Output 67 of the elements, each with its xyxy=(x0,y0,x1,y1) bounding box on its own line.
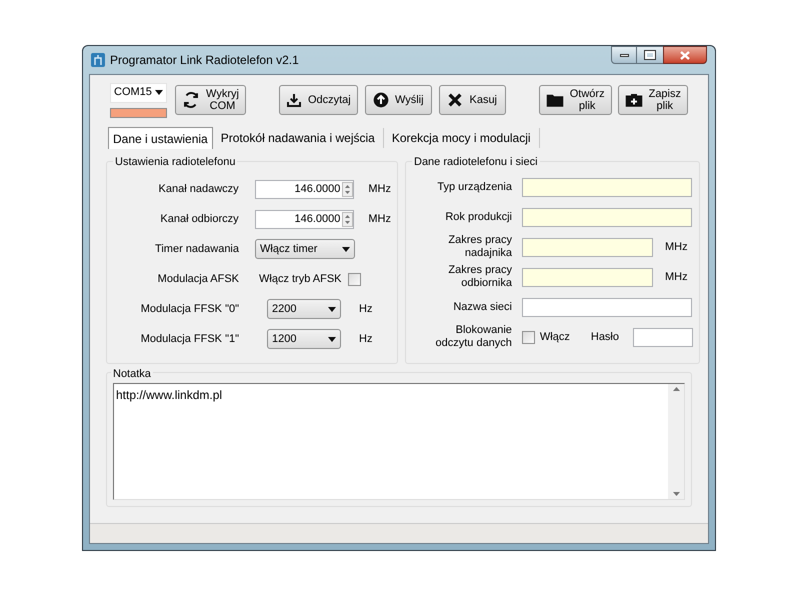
text-field[interactable] xyxy=(522,208,692,226)
text-field[interactable] xyxy=(522,178,692,196)
toolbar-button[interactable]: Wyślij xyxy=(364,85,432,115)
close-icon xyxy=(680,50,690,60)
text-field[interactable] xyxy=(522,238,653,256)
close-icon xyxy=(447,92,464,108)
timer-select[interactable]: Włącz timer xyxy=(255,239,355,259)
scroll-down-icon[interactable] xyxy=(672,492,680,496)
download-icon xyxy=(286,92,302,108)
caret-icon xyxy=(155,90,164,95)
toolbar-button[interactable]: Odczytaj xyxy=(278,85,358,115)
field-label: Nazwa sieci xyxy=(452,300,512,314)
caret-icon xyxy=(328,336,336,342)
field-label: Typ urządzenia xyxy=(436,180,512,194)
briefcase-plus-icon xyxy=(624,92,643,108)
field-label: Blokowanie odczytu danych xyxy=(434,324,512,350)
unit-label: Hz xyxy=(359,332,372,347)
tab[interactable]: Korekcja mocy i modulacji xyxy=(384,128,540,148)
field-label: Modulacja FFSK "1" xyxy=(140,332,239,347)
tab[interactable]: Protokół nadawania i wejścia xyxy=(212,128,384,148)
toolbar-button[interactable]: Otwórz plik xyxy=(538,85,612,115)
maximize-button[interactable] xyxy=(637,46,663,64)
upload-icon xyxy=(372,92,389,108)
connection-status-bar xyxy=(110,108,168,118)
checkbox[interactable] xyxy=(348,272,361,286)
text-field[interactable] xyxy=(522,268,653,286)
note-field[interactable]: http://www.linkdm.pl xyxy=(113,383,685,500)
frequency-select[interactable]: 1200 xyxy=(267,329,341,349)
unit-label: MHz xyxy=(368,182,391,197)
toolbar-button[interactable]: Wykryj COM xyxy=(175,85,246,115)
unit-label: MHz xyxy=(665,270,688,285)
text-field[interactable] xyxy=(522,298,692,316)
field-label: Kanał odbiorczy xyxy=(159,212,239,227)
checkbox-label: Włącz tryb AFSK xyxy=(259,272,342,287)
minimize-button[interactable] xyxy=(611,46,637,64)
field-label: Zakres pracy nadajnika xyxy=(447,234,512,260)
tab[interactable]: Dane i ustawienia xyxy=(108,127,213,149)
password-field[interactable] xyxy=(633,328,693,346)
number-field[interactable]: 146.0000 xyxy=(254,210,354,228)
toolbar-button[interactable]: Kasuj xyxy=(438,85,506,115)
field-label: Timer nadawania xyxy=(154,242,239,257)
toolbar-button[interactable]: Zapisz plik xyxy=(618,85,688,115)
number-field[interactable]: 146.0000 xyxy=(254,180,354,198)
checkbox[interactable] xyxy=(522,330,535,344)
folder-icon xyxy=(546,92,564,108)
spinner-icon xyxy=(342,212,354,226)
field-label: Kanał nadawczy xyxy=(158,182,239,197)
app-icon xyxy=(91,53,105,67)
refresh-icon xyxy=(182,91,200,109)
unit-label: MHz xyxy=(665,240,688,255)
field-label: Rok produkcji xyxy=(444,210,512,224)
field-label: Zakres pracy odbiornika xyxy=(447,264,512,290)
window-title: Programator Link Radiotelefon v2.1 xyxy=(110,52,299,69)
close-button[interactable] xyxy=(663,46,707,64)
spinner-icon xyxy=(342,182,354,196)
unit-label: MHz xyxy=(368,212,391,227)
scroll-up-icon[interactable] xyxy=(672,387,680,391)
unit-label: Hz xyxy=(359,302,372,317)
frequency-select[interactable]: 2200 xyxy=(267,299,341,319)
caret-icon xyxy=(328,306,336,312)
caret-icon xyxy=(342,246,350,252)
port-select[interactable]: COM15 xyxy=(110,82,168,102)
checkbox-label: Włącz xyxy=(540,330,570,345)
scrollbar[interactable] xyxy=(668,384,684,499)
field-label: Modulacja FFSK "0" xyxy=(140,302,239,317)
field-label: Modulacja AFSK xyxy=(156,272,239,287)
password-label: Hasło xyxy=(590,330,619,345)
